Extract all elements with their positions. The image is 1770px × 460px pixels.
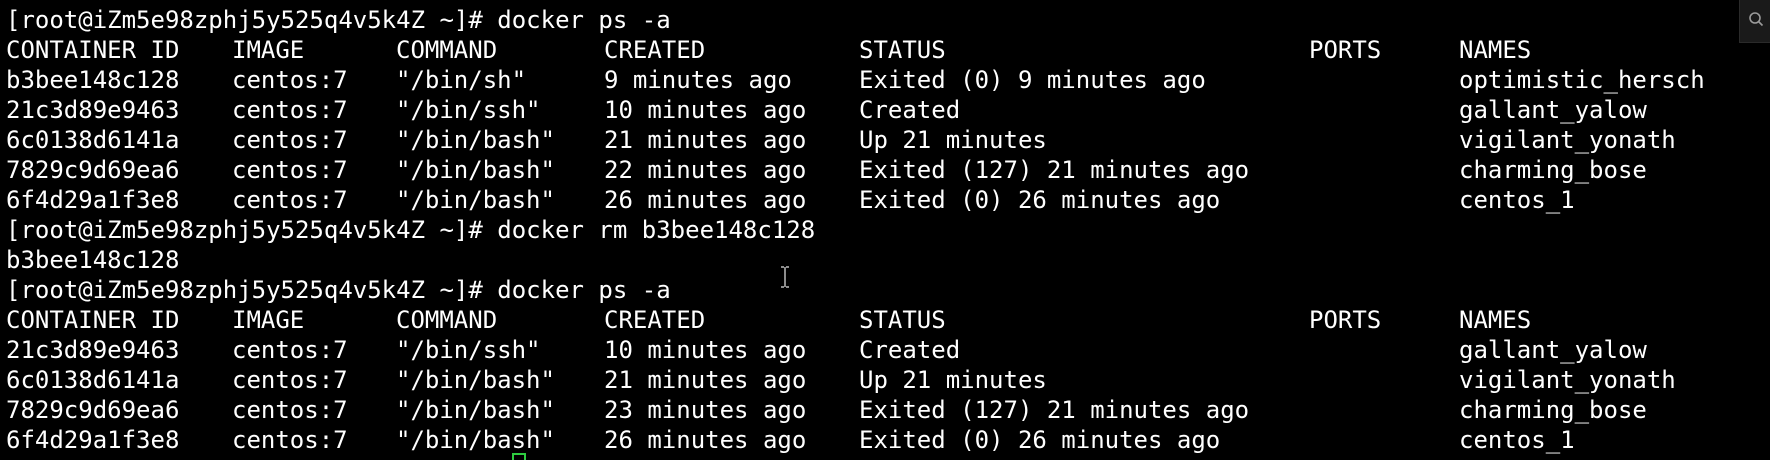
container-command: "/bin/bash" xyxy=(396,156,555,184)
container-id: 6c0138d6141a xyxy=(6,366,180,394)
container-command: "/bin/bash" xyxy=(396,126,555,154)
container-name: optimistic_herschel xyxy=(1459,66,1706,94)
search-icon xyxy=(1749,12,1764,27)
image-name: centos:7 xyxy=(232,336,348,364)
container-command: "/bin/sh" xyxy=(396,66,527,94)
text-cursor-icon xyxy=(780,266,790,288)
table-row: 7829c9d69ea6 centos:7 "/bin/bash" 23 min… xyxy=(6,395,1706,425)
table-row: 6f4d29a1f3e8 centos:7 "/bin/bash" 26 min… xyxy=(6,185,1706,215)
created-time: 23 minutes ago xyxy=(604,396,807,424)
command-text: docker ps -a xyxy=(497,276,671,304)
shell-prompt: [root@iZm5e98zphj5y525q4v5k4Z ~]# xyxy=(6,276,498,304)
container-id: 6f4d29a1f3e8 xyxy=(6,186,180,214)
image-name: centos:7 xyxy=(232,366,348,394)
container-command: "/bin/bash" xyxy=(396,366,555,394)
image-name: centos:7 xyxy=(232,396,348,424)
container-name: vigilant_yonath xyxy=(1459,366,1676,394)
created-time: 21 minutes ago xyxy=(604,366,807,394)
column-header-container-id: CONTAINER ID xyxy=(6,36,180,64)
container-status: Exited (127) 21 minutes ago xyxy=(859,396,1250,424)
container-status: Exited (0) 9 minutes ago xyxy=(859,66,1206,94)
column-header-status: STATUS xyxy=(859,36,946,64)
column-header-status: STATUS xyxy=(859,306,946,334)
container-id: 7829c9d69ea6 xyxy=(6,156,180,184)
container-status: Up 21 minutes xyxy=(859,366,1047,394)
created-time: 22 minutes ago xyxy=(604,156,807,184)
container-command: "/bin/bash" xyxy=(396,396,555,424)
container-status: Exited (0) 26 minutes ago xyxy=(859,426,1221,454)
container-command: "/bin/ssh" xyxy=(396,336,541,364)
container-name: charming_bose xyxy=(1459,396,1647,424)
created-time: 10 minutes ago xyxy=(604,96,807,124)
image-name: centos:7 xyxy=(232,66,348,94)
command-line: [root@iZm5e98zphj5y525q4v5k4Z ~]# docker… xyxy=(6,215,1706,245)
container-name: centos_1 xyxy=(1459,186,1575,214)
command-text: docker ps -a xyxy=(497,6,671,34)
image-name: centos:7 xyxy=(232,426,348,454)
column-header-ports: PORTS xyxy=(1309,36,1382,64)
column-header-container-id: CONTAINER ID xyxy=(6,306,180,334)
column-header-names: NAMES xyxy=(1459,36,1532,64)
command-text: docker rm b3bee148c128 xyxy=(497,216,816,244)
container-status: Created xyxy=(859,96,961,124)
column-header-command: COMMAND xyxy=(396,36,498,64)
created-time: 10 minutes ago xyxy=(604,336,807,364)
image-name: centos:7 xyxy=(232,126,348,154)
column-header-names: NAMES xyxy=(1459,306,1532,334)
container-name: charming_bose xyxy=(1459,156,1647,184)
container-id: 21c3d89e9463 xyxy=(6,336,180,364)
container-status: Up 21 minutes xyxy=(859,126,1047,154)
table-header: CONTAINER ID IMAGE COMMAND CREATED STATU… xyxy=(6,305,1706,335)
image-name: centos:7 xyxy=(232,96,348,124)
created-time: 21 minutes ago xyxy=(604,126,807,154)
container-name: gallant_yalow xyxy=(1459,336,1647,364)
column-header-created: CREATED xyxy=(604,306,706,334)
search-button[interactable] xyxy=(1739,0,1770,43)
column-header-image: IMAGE xyxy=(232,306,305,334)
container-status: Created xyxy=(859,336,961,364)
container-id: b3bee148c128 xyxy=(6,66,180,94)
container-command: "/bin/ssh" xyxy=(396,96,541,124)
container-status: Exited (127) 21 minutes ago xyxy=(859,156,1250,184)
terminal-cursor-icon xyxy=(512,453,526,460)
container-name: centos_1 xyxy=(1459,426,1575,454)
table-row: 6c0138d6141a centos:7 "/bin/bash" 21 min… xyxy=(6,365,1706,395)
container-id: 21c3d89e9463 xyxy=(6,96,180,124)
terminal-output[interactable]: [root@iZm5e98zphj5y525q4v5k4Z ~]# docker… xyxy=(6,5,1706,460)
created-time: 26 minutes ago xyxy=(604,186,807,214)
column-header-created: CREATED xyxy=(604,36,706,64)
table-row: b3bee148c128 centos:7 "/bin/sh" 9 minute… xyxy=(6,65,1706,95)
command-output: b3bee148c128 xyxy=(6,246,180,274)
created-time: 9 minutes ago xyxy=(604,66,792,94)
column-header-command: COMMAND xyxy=(396,306,498,334)
container-name: gallant_yalow xyxy=(1459,96,1647,124)
container-id: 6c0138d6141a xyxy=(6,126,180,154)
table-header: CONTAINER ID IMAGE COMMAND CREATED STATU… xyxy=(6,35,1706,65)
table-row: 21c3d89e9463 centos:7 "/bin/ssh" 10 minu… xyxy=(6,95,1706,125)
command-line: [root@iZm5e98zphj5y525q4v5k4Z ~]# docker… xyxy=(6,5,1706,35)
table-row: 6f4d29a1f3e8 centos:7 "/bin/bash" 26 min… xyxy=(6,425,1706,455)
container-id: 6f4d29a1f3e8 xyxy=(6,426,180,454)
image-name: centos:7 xyxy=(232,186,348,214)
shell-prompt: [root@iZm5e98zphj5y525q4v5k4Z ~]# xyxy=(6,216,498,244)
table-row: 21c3d89e9463 centos:7 "/bin/ssh" 10 minu… xyxy=(6,335,1706,365)
table-row: 7829c9d69ea6 centos:7 "/bin/bash" 22 min… xyxy=(6,155,1706,185)
shell-prompt: [root@iZm5e98zphj5y525q4v5k4Z ~]# xyxy=(6,6,498,34)
table-row: 6c0138d6141a centos:7 "/bin/bash" 21 min… xyxy=(6,125,1706,155)
created-time: 26 minutes ago xyxy=(604,426,807,454)
container-name: vigilant_yonath xyxy=(1459,126,1676,154)
container-id: 7829c9d69ea6 xyxy=(6,396,180,424)
container-command: "/bin/bash" xyxy=(396,426,555,454)
column-header-ports: PORTS xyxy=(1309,306,1382,334)
container-command: "/bin/bash" xyxy=(396,186,555,214)
column-header-image: IMAGE xyxy=(232,36,305,64)
container-status: Exited (0) 26 minutes ago xyxy=(859,186,1221,214)
command-line: [root@iZm5e98zphj5y525q4v5k4Z ~]# docker… xyxy=(6,275,1706,305)
image-name: centos:7 xyxy=(232,156,348,184)
